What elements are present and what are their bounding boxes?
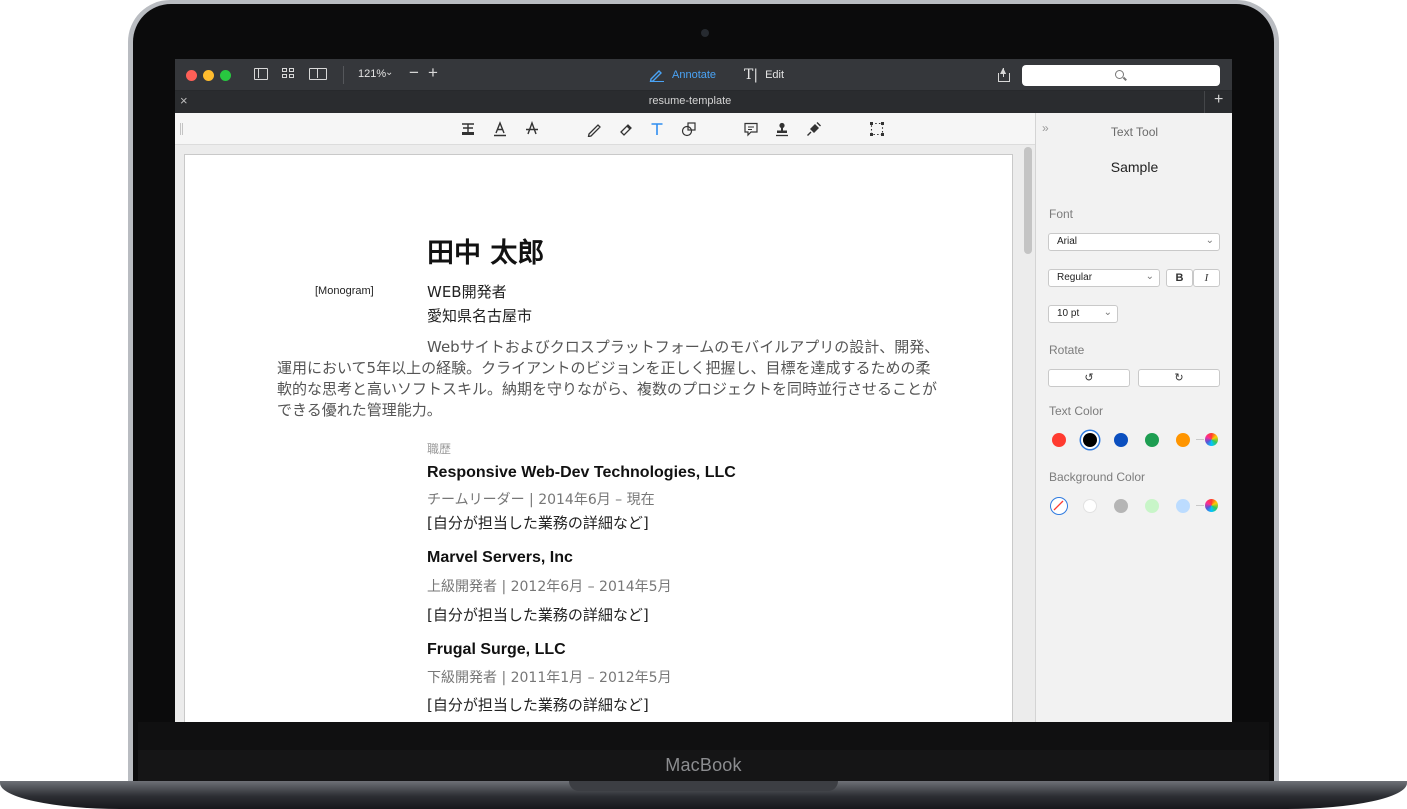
job-description: [自分が担当した業務の詳細など] [427, 514, 649, 532]
bg-swatch-gray[interactable] [1114, 499, 1128, 513]
job-description: [自分が担当した業務の詳細など] [427, 696, 649, 714]
color-swatch-black-selected[interactable] [1083, 433, 1097, 447]
rotate-left-icon: ↺ [1084, 372, 1094, 384]
window-toolbar: 121% ⌄ − + Annotate T| Edit ▲ [175, 59, 1232, 91]
toolbar-grip-icon[interactable] [180, 123, 183, 135]
job-description: [自分が担当した業務の詳細など] [427, 606, 649, 624]
stamp-icon[interactable] [774, 121, 790, 137]
close-window-button[interactable] [186, 70, 197, 81]
annotate-mode-label: Annotate [672, 69, 717, 81]
rotate-left-button[interactable]: ↺ [1048, 369, 1130, 387]
zoom-level[interactable]: 121% [358, 68, 386, 80]
swatch-divider [1196, 505, 1204, 506]
text-color-swatches [1036, 433, 1232, 453]
bg-swatch-mint[interactable] [1145, 499, 1159, 513]
background-color-swatches [1036, 497, 1232, 519]
job-meta: 下級開発者 | 2011年1月 – 2012年5月 [427, 670, 672, 686]
text-underline-icon[interactable] [492, 121, 508, 137]
bg-swatch-light-blue[interactable] [1176, 499, 1190, 513]
color-swatch-orange[interactable] [1176, 433, 1190, 447]
zoom-window-button[interactable] [220, 70, 231, 81]
brand-label: MacBook [665, 755, 742, 775]
panel-title: Text Tool [1110, 125, 1159, 139]
rotate-label: Rotate [1049, 343, 1085, 357]
zoom-chevron-icon[interactable]: ⌄ [385, 67, 393, 78]
resume-location: 愛知県名古屋市 [427, 307, 533, 325]
minimize-window-button[interactable] [203, 70, 214, 81]
tab-title[interactable]: resume-template [175, 95, 1205, 107]
resume-page[interactable]: 田中 太郎 [Monogram] WEB開発者 愛知県名古屋市 Webサイトおよ… [184, 154, 1013, 722]
tab-bar: × resume-template + [175, 91, 1232, 113]
pen-icon [649, 70, 664, 82]
no-fill-swatch-selected[interactable] [1050, 497, 1068, 515]
swatch-divider [1196, 439, 1204, 440]
bg-swatch-white[interactable] [1083, 499, 1097, 513]
tab-divider [1204, 91, 1205, 113]
job-company: Marvel Servers, Inc [427, 549, 573, 566]
chevron-down-icon: ⌄ [1205, 235, 1214, 246]
font-sample-preview: Sample [1110, 159, 1159, 175]
font-family-value: Arial [1057, 236, 1078, 247]
resume-name: 田中 太郎 [427, 238, 545, 269]
text-tool-icon[interactable] [649, 121, 665, 137]
monogram-placeholder: [Monogram] [315, 285, 374, 297]
custom-color-wheel-icon[interactable] [1205, 433, 1218, 446]
rotate-right-icon: ↻ [1174, 372, 1184, 384]
laptop-notch [569, 781, 838, 791]
font-family-select[interactable]: Arial ⌄ [1048, 233, 1220, 251]
chevron-down-icon: ⌄ [1145, 271, 1154, 282]
bold-button[interactable]: B [1166, 269, 1193, 287]
text-color-label: Text Color [1049, 404, 1104, 418]
italic-button[interactable]: I [1193, 269, 1220, 287]
app-window: 121% ⌄ − + Annotate T| Edit ▲ × resume-t… [175, 59, 1232, 722]
eraser-icon[interactable] [618, 121, 634, 137]
resume-summary: Webサイトおよびクロスプラットフォームのモバイルアプリの設計、開発、運用におい… [277, 338, 940, 419]
background-color-label: Background Color [1049, 470, 1146, 484]
color-swatch-red[interactable] [1052, 433, 1066, 447]
font-label: Font [1049, 207, 1074, 221]
font-style-value: Regular [1057, 272, 1093, 283]
font-size-select[interactable]: 10 pt ⌄ [1048, 305, 1118, 323]
new-tab-button[interactable]: + [1214, 91, 1223, 109]
no-fill-slash-icon [1053, 500, 1064, 511]
zoom-out-button[interactable]: − [409, 63, 419, 83]
section-title-experience: 職歴 [427, 442, 452, 456]
share-icon[interactable]: ▲ [998, 67, 1010, 82]
text-strikethrough-icon[interactable] [524, 121, 540, 137]
custom-bg-color-wheel-icon[interactable] [1205, 499, 1218, 512]
font-style-select[interactable]: Regular ⌄ [1048, 269, 1160, 287]
single-page-view-icon[interactable] [254, 68, 268, 80]
text-highlight-icon[interactable] [460, 121, 476, 137]
chevron-down-icon: ⌄ [1103, 307, 1112, 318]
signature-pen-icon[interactable] [806, 121, 822, 137]
job-company: Frugal Surge, LLC [427, 641, 566, 658]
job-company: Responsive Web-Dev Technologies, LLC [427, 464, 736, 481]
rotate-right-button[interactable]: ↻ [1138, 369, 1220, 387]
selection-marquee-icon[interactable] [869, 121, 885, 137]
resume-role: WEB開発者 [427, 283, 507, 301]
annotation-toolbar [175, 113, 1035, 145]
search-icon [1115, 70, 1124, 79]
job-meta: チームリーダー | 2014年6月 – 現在 [427, 492, 655, 508]
color-swatch-green[interactable] [1145, 433, 1159, 447]
document-canvas[interactable]: 田中 太郎 [Monogram] WEB開発者 愛知県名古屋市 Webサイトおよ… [175, 146, 1035, 722]
shapes-icon[interactable] [681, 121, 697, 137]
text-tool-panel: » Text Tool Sample Font Arial ⌄ Regular … [1035, 113, 1232, 722]
camera-dot [701, 29, 709, 37]
color-swatch-blue[interactable] [1114, 433, 1128, 447]
font-size-value: 10 pt [1057, 308, 1080, 319]
two-page-view-icon[interactable] [309, 68, 327, 80]
pencil-icon[interactable] [586, 121, 602, 137]
zoom-in-button[interactable]: + [428, 63, 438, 83]
annotate-mode-button[interactable]: Annotate [649, 66, 716, 84]
search-field[interactable] [1022, 65, 1220, 86]
note-icon[interactable] [743, 121, 759, 137]
vertical-scrollbar[interactable] [1024, 147, 1032, 254]
toolbar-separator [343, 66, 344, 84]
thumbnail-grid-icon[interactable] [282, 68, 296, 80]
edit-mode-label: Edit [765, 69, 785, 81]
job-meta: 上級開発者 | 2012年6月 – 2014年5月 [427, 579, 672, 595]
edit-mode-button[interactable]: T| Edit [744, 66, 784, 84]
text-cursor-icon: T| [744, 67, 759, 83]
